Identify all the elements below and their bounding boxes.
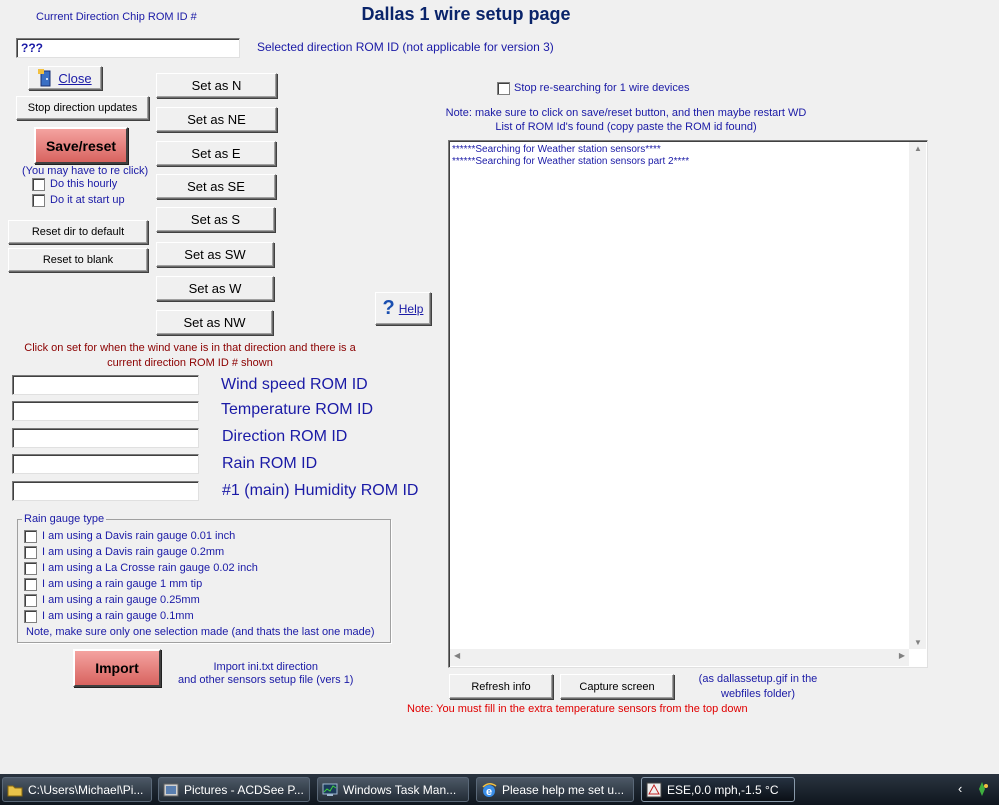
click-note-line-1: Click on set for when the wind vane is i…	[24, 342, 356, 354]
set-nw-button[interactable]: Set as NW	[156, 310, 273, 335]
rain-rom-label: Rain ROM ID	[222, 455, 318, 472]
gauge-025mm-checkbox[interactable]	[24, 594, 37, 607]
horizontal-scrollbar[interactable]: ◀ ▶	[450, 649, 909, 666]
weather-display-icon	[646, 782, 662, 797]
taskbar-item-weather-display-label: ESE,0.0 mph,-1.5 °C	[667, 782, 779, 797]
wind-speed-rom-input[interactable]	[12, 375, 199, 395]
set-sw-button[interactable]: Set as SW	[156, 242, 274, 267]
close-button[interactable]: Close	[28, 66, 102, 90]
hourly-label: Do this hourly	[50, 178, 118, 190]
set-e-button[interactable]: Set as E	[156, 141, 276, 166]
scroll-left-icon[interactable]: ◀	[454, 651, 460, 660]
taskbar-item-weather-display[interactable]: ESE,0.0 mph,-1.5 °C	[641, 777, 795, 802]
chevron-left-icon[interactable]: ‹	[958, 781, 962, 796]
task-manager-icon	[322, 783, 338, 796]
acdsee-icon	[163, 783, 179, 796]
ie-icon: e	[482, 782, 497, 798]
scroll-up-icon[interactable]: ▲	[914, 144, 922, 153]
import-note: Import ini.txt direction and other senso…	[178, 661, 353, 687]
gauge-1mm-checkbox[interactable]	[24, 578, 37, 591]
capture-note-line-1: (as dallassetup.gif in the	[698, 673, 818, 685]
direction-rom-input[interactable]	[12, 428, 199, 448]
capture-note-line-2: webfiles folder)	[721, 688, 795, 700]
davis-02mm-checkbox[interactable]	[24, 546, 37, 559]
gauge-01mm-label: I am using a rain gauge 0.1mm	[42, 610, 194, 622]
lacrosse-002-inch-label: I am using a La Crosse rain gauge 0.02 i…	[42, 562, 258, 574]
startup-checkbox[interactable]	[32, 194, 45, 207]
gauge-1mm-label: I am using a rain gauge 1 mm tip	[42, 578, 203, 590]
reset-dir-default-button[interactable]: Reset dir to default	[8, 220, 148, 244]
davis-02mm-label: I am using a Davis rain gauge 0.2mm	[42, 546, 225, 558]
davis-001-inch-label: I am using a Davis rain gauge 0.01 inch	[42, 530, 236, 542]
direction-rom-label: Direction ROM ID	[222, 428, 348, 445]
click-note-line-2: current direction ROM ID # shown	[107, 357, 273, 369]
import-note-line-1: Import ini.txt direction	[213, 661, 319, 673]
selected-dir-label: Selected direction ROM ID (not applicabl…	[257, 40, 554, 54]
vertical-scrollbar[interactable]: ▲ ▼	[909, 142, 926, 649]
taskbar-item-ie-label: Please help me set u...	[502, 782, 625, 797]
folder-icon	[7, 785, 23, 796]
tray-icon[interactable]	[974, 781, 990, 797]
save-reset-button[interactable]: Save/reset	[34, 127, 128, 164]
gauge-01mm-checkbox[interactable]	[24, 610, 37, 623]
reset-blank-button[interactable]: Reset to blank	[8, 248, 148, 272]
reclick-note: (You may have to re click)	[22, 165, 149, 177]
help-button[interactable]: ? Help	[375, 292, 431, 325]
current-dir-rom-input[interactable]	[16, 38, 240, 58]
taskbar-item-acdsee[interactable]: Pictures - ACDSee P...	[158, 777, 310, 802]
set-n-button[interactable]: Set as N	[156, 73, 277, 98]
stop-research-checkbox[interactable]	[497, 82, 510, 95]
rom-list-box[interactable]: ******Searching for Weather station sens…	[448, 140, 928, 668]
hourly-checkbox[interactable]	[32, 178, 45, 191]
stop-direction-updates-button[interactable]: Stop direction updates	[16, 96, 149, 120]
refresh-info-button[interactable]: Refresh info	[449, 674, 553, 699]
set-s-button[interactable]: Set as S	[156, 207, 275, 232]
set-w-button[interactable]: Set as W	[156, 276, 274, 301]
rom-list-line-2: ******Searching for Weather station sens…	[452, 156, 690, 167]
taskbar: C:\Users\Michael\Pi... Pictures - ACDSee…	[0, 774, 999, 805]
help-question-icon: ?	[382, 297, 395, 319]
rom-list-line-1: ******Searching for Weather station sens…	[452, 144, 661, 155]
rain-gauge-note: Note, make sure only one selection made …	[26, 626, 375, 638]
humidity-rom-label: #1 (main) Humidity ROM ID	[222, 482, 419, 499]
lacrosse-002-inch-checkbox[interactable]	[24, 562, 37, 575]
temperature-rom-label: Temperature ROM ID	[221, 401, 374, 418]
close-door-icon	[38, 69, 51, 87]
stop-research-label: Stop re-searching for 1 wire devices	[514, 82, 690, 94]
import-button[interactable]: Import	[73, 649, 161, 687]
taskbar-item-ie[interactable]: e Please help me set u...	[476, 777, 634, 802]
taskbar-item-acdsee-label: Pictures - ACDSee P...	[184, 782, 304, 797]
scroll-right-icon[interactable]: ▶	[899, 651, 905, 660]
taskbar-item-task-manager-label: Windows Task Man...	[343, 782, 457, 797]
humidity-rom-input[interactable]	[12, 481, 199, 501]
rom-list-content: ******Searching for Weather station sens…	[452, 144, 689, 168]
import-note-line-2: and other sensors setup file (vers 1)	[178, 674, 354, 686]
help-label: Help	[398, 301, 424, 316]
bottom-note: Note: You must fill in the extra tempera…	[407, 703, 748, 715]
page-title: Dallas 1 wire setup page	[361, 4, 571, 24]
rain-rom-input[interactable]	[12, 454, 199, 474]
save-note: Note: make sure to click on save/reset b…	[445, 107, 807, 119]
capture-screen-button[interactable]: Capture screen	[560, 674, 674, 699]
svg-text:e: e	[486, 786, 492, 798]
right-notes: Note: make sure to click on save/reset b…	[440, 106, 812, 134]
temperature-rom-input[interactable]	[12, 401, 199, 421]
click-note: Click on set for when the wind vane is i…	[20, 341, 360, 371]
rain-gauge-title: Rain gauge type	[22, 513, 107, 525]
taskbar-item-task-manager[interactable]: Windows Task Man...	[317, 777, 469, 802]
set-ne-button[interactable]: Set as NE	[156, 107, 277, 132]
startup-label: Do it at start up	[50, 194, 125, 206]
gauge-025mm-label: I am using a rain gauge 0.25mm	[42, 594, 200, 606]
scroll-down-icon[interactable]: ▼	[914, 638, 922, 647]
taskbar-item-explorer[interactable]: C:\Users\Michael\Pi...	[2, 777, 152, 802]
wind-speed-rom-label: Wind speed ROM ID	[221, 376, 368, 393]
set-se-button[interactable]: Set as SE	[156, 174, 276, 199]
taskbar-item-explorer-label: C:\Users\Michael\Pi...	[28, 782, 144, 797]
capture-note: (as dallassetup.gif in the webfiles fold…	[683, 672, 833, 702]
davis-001-inch-checkbox[interactable]	[24, 530, 37, 543]
rom-list-note: List of ROM Id's found (copy paste the R…	[495, 121, 757, 133]
close-label: Close	[58, 70, 92, 86]
